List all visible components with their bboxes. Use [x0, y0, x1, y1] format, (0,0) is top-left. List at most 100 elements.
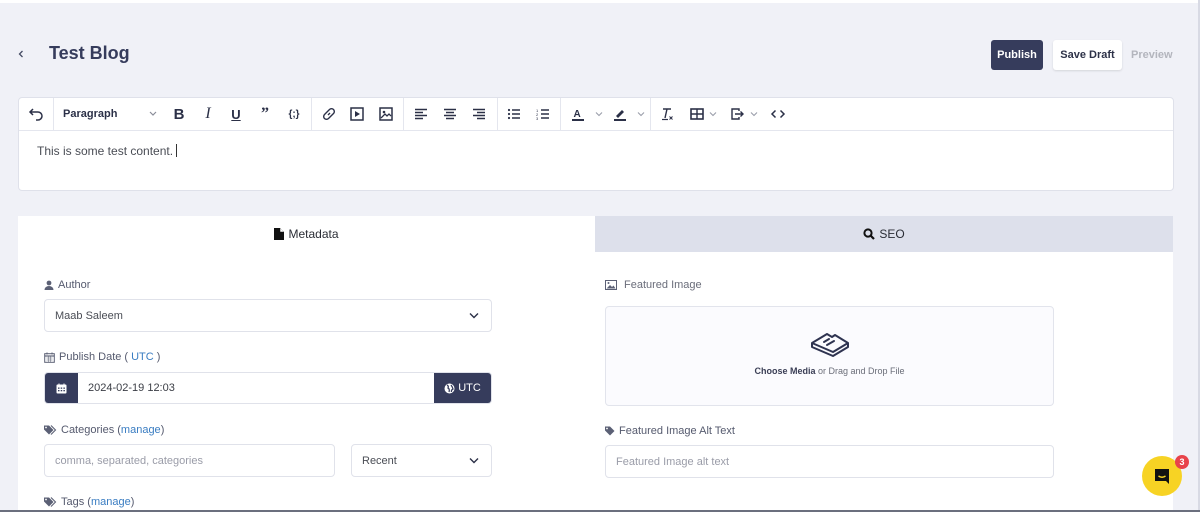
align-left-icon	[415, 108, 427, 120]
text-color-button[interactable]: A	[568, 102, 588, 126]
toolbar-divider	[497, 98, 498, 131]
numbered-list-button[interactable]: 123	[533, 102, 553, 126]
user-icon	[44, 280, 54, 290]
alt-text-label: Featured Image Alt Text	[605, 425, 735, 437]
manage-categories-link[interactable]: manage	[121, 424, 161, 436]
undo-button[interactable]	[25, 102, 47, 126]
alt-text-input[interactable]: Featured Image alt text	[605, 445, 1054, 478]
page-title: Test Blog	[49, 43, 130, 63]
date-picker-button[interactable]	[45, 373, 78, 403]
link-button[interactable]	[319, 102, 339, 126]
italic-icon: I	[205, 105, 211, 122]
bold-icon: B	[173, 105, 185, 123]
table-button[interactable]	[687, 102, 707, 126]
metadata-panel: Metadata SEO Author Maab Saleem Publish …	[18, 216, 1173, 512]
block-format-label: Paragraph	[63, 108, 118, 120]
source-code-icon	[770, 109, 786, 119]
manage-tags-link[interactable]: manage	[91, 496, 131, 508]
video-icon	[350, 107, 364, 121]
text-color-icon: A	[572, 109, 584, 121]
categories-sort-select[interactable]: Recent	[351, 444, 492, 477]
underline-icon: U	[231, 106, 241, 122]
toolbar-divider	[311, 98, 312, 131]
align-right-icon	[473, 108, 485, 120]
timezone-button[interactable]: UTC	[434, 373, 491, 403]
editor-text: This is some test content.	[37, 144, 174, 158]
toolbar-divider	[650, 98, 651, 131]
align-right-button[interactable]	[469, 102, 489, 126]
publish-date-input[interactable]: 2024-02-19 12:03	[78, 373, 434, 403]
tab-seo[interactable]: SEO	[595, 216, 1173, 252]
tag-icon	[605, 426, 615, 436]
clear-formatting-button[interactable]	[657, 102, 677, 126]
italic-button[interactable]: I	[198, 102, 218, 126]
publish-button[interactable]: Publish	[991, 40, 1043, 70]
rich-text-editor: Paragraph B I U ” {;} 1 2 3 A This is so…	[18, 97, 1174, 191]
chat-icon	[1155, 469, 1169, 484]
editor-content[interactable]: This is some test content.	[37, 144, 178, 158]
chevron-down-icon	[149, 111, 157, 116]
featured-image-label: Featured Image	[605, 279, 702, 291]
save-draft-button[interactable]: Save Draft	[1053, 40, 1122, 70]
highlighter-icon	[614, 110, 626, 121]
tab-metadata[interactable]: Metadata	[18, 216, 595, 252]
categories-label: Categories ( manage )	[44, 424, 164, 436]
back-button[interactable]	[17, 46, 31, 64]
chat-notification-badge: 3	[1175, 455, 1189, 469]
export-icon	[731, 108, 744, 120]
publish-date-label: Publish Date ( UTC )	[44, 351, 160, 363]
code-braces-icon: {;}	[288, 108, 300, 120]
toolbar-divider	[53, 98, 54, 131]
media-button[interactable]	[347, 102, 367, 126]
search-icon	[863, 228, 876, 240]
image-button[interactable]	[376, 102, 396, 126]
blockquote-button[interactable]: ”	[255, 102, 275, 126]
categories-input[interactable]: comma, separated, categories	[44, 444, 335, 477]
bullet-list-button[interactable]	[504, 102, 524, 126]
tags-icon	[44, 497, 57, 507]
author-label: Author	[44, 279, 90, 291]
bold-button[interactable]: B	[169, 102, 189, 126]
image-icon	[379, 107, 393, 121]
author-value: Maab Saleem	[55, 309, 123, 322]
tags-icon	[44, 425, 57, 435]
preview-button[interactable]: Preview	[1131, 40, 1173, 70]
utc-link[interactable]: UTC	[131, 351, 154, 363]
chevron-down-icon	[469, 458, 479, 464]
editor-toolbar: Paragraph B I U ” {;} 1 2 3 A	[19, 98, 1173, 131]
export-button[interactable]	[727, 102, 747, 126]
top-border	[0, 0, 1200, 3]
underline-button[interactable]: U	[226, 102, 246, 126]
tab-seo-label: SEO	[879, 227, 905, 241]
undo-icon	[28, 108, 43, 121]
toolbar-divider	[403, 98, 404, 131]
chevron-down-icon[interactable]	[750, 110, 758, 118]
dropzone-text: Choose Media or Drag and Drop File	[754, 366, 905, 376]
align-center-button[interactable]	[440, 102, 460, 126]
quote-icon: ”	[261, 105, 269, 122]
featured-image-dropzone[interactable]: Choose Media or Drag and Drop File	[605, 306, 1054, 406]
block-format-select[interactable]: Paragraph	[63, 102, 163, 126]
clear-format-icon	[662, 108, 673, 121]
highlight-button[interactable]	[610, 102, 630, 126]
chevron-down-icon[interactable]	[595, 110, 603, 118]
chevron-down-icon	[469, 313, 479, 319]
calendar-icon	[44, 352, 55, 363]
text-caret	[176, 144, 178, 157]
numbered-list-icon: 123	[536, 108, 549, 120]
source-code-button[interactable]	[768, 102, 788, 126]
chevron-down-icon[interactable]	[709, 110, 717, 118]
chevron-left-icon	[18, 50, 23, 58]
calendar-icon	[56, 383, 67, 393]
categories-sort-value: Recent	[362, 454, 397, 467]
publish-date-value: 2024-02-19 12:03	[88, 382, 175, 394]
svg-text:3: 3	[536, 116, 539, 120]
code-button[interactable]: {;}	[283, 102, 305, 126]
choose-media-link[interactable]: Choose Media	[754, 366, 815, 376]
link-icon	[322, 107, 336, 121]
bullet-list-icon	[507, 108, 520, 120]
chevron-down-icon[interactable]	[637, 110, 645, 118]
align-left-button[interactable]	[411, 102, 431, 126]
tags-label: Tags ( manage )	[44, 496, 134, 508]
author-select[interactable]: Maab Saleem	[44, 299, 492, 332]
